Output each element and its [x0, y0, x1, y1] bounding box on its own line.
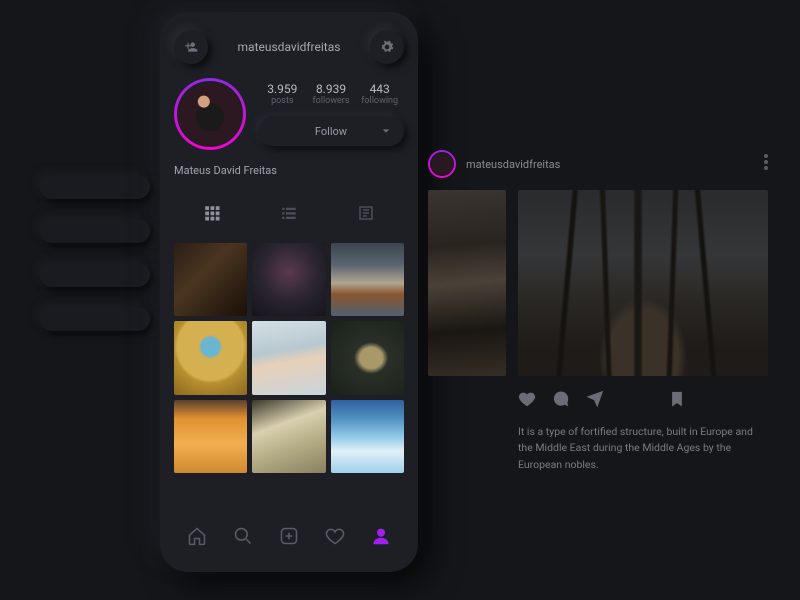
follow-label: Follow — [315, 125, 347, 138]
post-username[interactable]: mateusdavidfreitas — [466, 158, 560, 171]
top-bar: mateusdavidfreitas — [174, 30, 404, 64]
nav-search[interactable] — [233, 526, 253, 546]
stat-label: posts — [258, 96, 307, 106]
stat-value: 3.959 — [258, 82, 307, 96]
header-username: mateusdavidfreitas — [238, 40, 341, 54]
id-card-icon — [357, 204, 375, 222]
display-name: Mateus David Freitas — [174, 164, 404, 177]
stat-label: followers — [307, 96, 356, 106]
stat-followers[interactable]: 8.939 followers — [307, 82, 356, 106]
post-caption: It is a type of fortified structure, bui… — [518, 424, 766, 473]
add-friend-button[interactable] — [174, 30, 208, 64]
photo-thumbnail[interactable] — [174, 321, 247, 394]
person-icon — [371, 526, 391, 546]
post-avatar[interactable] — [428, 150, 456, 178]
bottom-nav — [174, 512, 404, 560]
post-images — [428, 190, 768, 376]
photo-thumbnail[interactable] — [252, 321, 325, 394]
share-button[interactable] — [586, 390, 604, 412]
comment-button[interactable] — [552, 390, 570, 412]
home-icon — [187, 526, 207, 546]
tab-list[interactable] — [269, 199, 309, 227]
grid-icon — [203, 204, 221, 222]
nav-activity[interactable] — [325, 526, 345, 546]
nav-home[interactable] — [187, 526, 207, 546]
photo-thumbnail[interactable] — [331, 243, 404, 316]
stat-label: following — [355, 96, 404, 106]
background-decoration — [40, 175, 150, 351]
follow-button[interactable]: Follow — [258, 116, 404, 146]
post-actions — [518, 390, 768, 412]
comment-icon — [552, 390, 570, 408]
profile-card: mateusdavidfreitas 3.959 posts 8.939 fol… — [160, 12, 418, 572]
heart-icon — [325, 526, 345, 546]
stat-following[interactable]: 443 following — [355, 82, 404, 106]
send-icon — [586, 390, 604, 408]
stat-posts[interactable]: 3.959 posts — [258, 82, 307, 106]
ghost-bar — [40, 219, 150, 243]
settings-button[interactable] — [370, 30, 404, 64]
ghost-bar — [40, 263, 150, 287]
list-icon — [280, 204, 298, 222]
stat-value: 8.939 — [307, 82, 356, 96]
post-more-button[interactable] — [764, 154, 768, 174]
photo-thumbnail[interactable] — [174, 400, 247, 473]
post-image-prev[interactable] — [428, 190, 506, 376]
chevron-down-icon — [382, 125, 390, 138]
photo-thumbnail[interactable] — [174, 243, 247, 316]
bookmark-icon — [668, 390, 686, 408]
post-detail: mateusdavidfreitas It is a type of forti… — [428, 150, 768, 473]
heart-icon — [518, 390, 536, 408]
post-header: mateusdavidfreitas — [428, 150, 768, 178]
stats-row: 3.959 posts 8.939 followers 443 followin… — [258, 82, 404, 106]
ghost-bar — [40, 175, 150, 199]
profile-header: 3.959 posts 8.939 followers 443 followin… — [174, 78, 404, 150]
nav-add[interactable] — [279, 526, 299, 546]
nav-profile[interactable] — [371, 526, 391, 546]
ghost-bar — [40, 307, 150, 331]
photo-thumbnail[interactable] — [252, 400, 325, 473]
tab-grid[interactable] — [192, 199, 232, 227]
bookmark-button[interactable] — [668, 390, 686, 412]
dots-vertical-icon — [764, 154, 768, 170]
photo-thumbnail[interactable] — [331, 400, 404, 473]
avatar[interactable] — [174, 78, 246, 150]
post-image-main[interactable] — [518, 190, 768, 376]
tab-tagged[interactable] — [346, 199, 386, 227]
photo-grid — [174, 243, 404, 473]
avatar-image — [177, 81, 243, 147]
add-user-icon — [184, 40, 198, 54]
photo-thumbnail[interactable] — [331, 321, 404, 394]
gear-icon — [380, 40, 394, 54]
stat-value: 443 — [355, 82, 404, 96]
plus-square-icon — [279, 526, 299, 546]
view-tabs — [174, 193, 404, 233]
search-icon — [233, 526, 253, 546]
photo-thumbnail[interactable] — [252, 243, 325, 316]
like-button[interactable] — [518, 390, 536, 412]
